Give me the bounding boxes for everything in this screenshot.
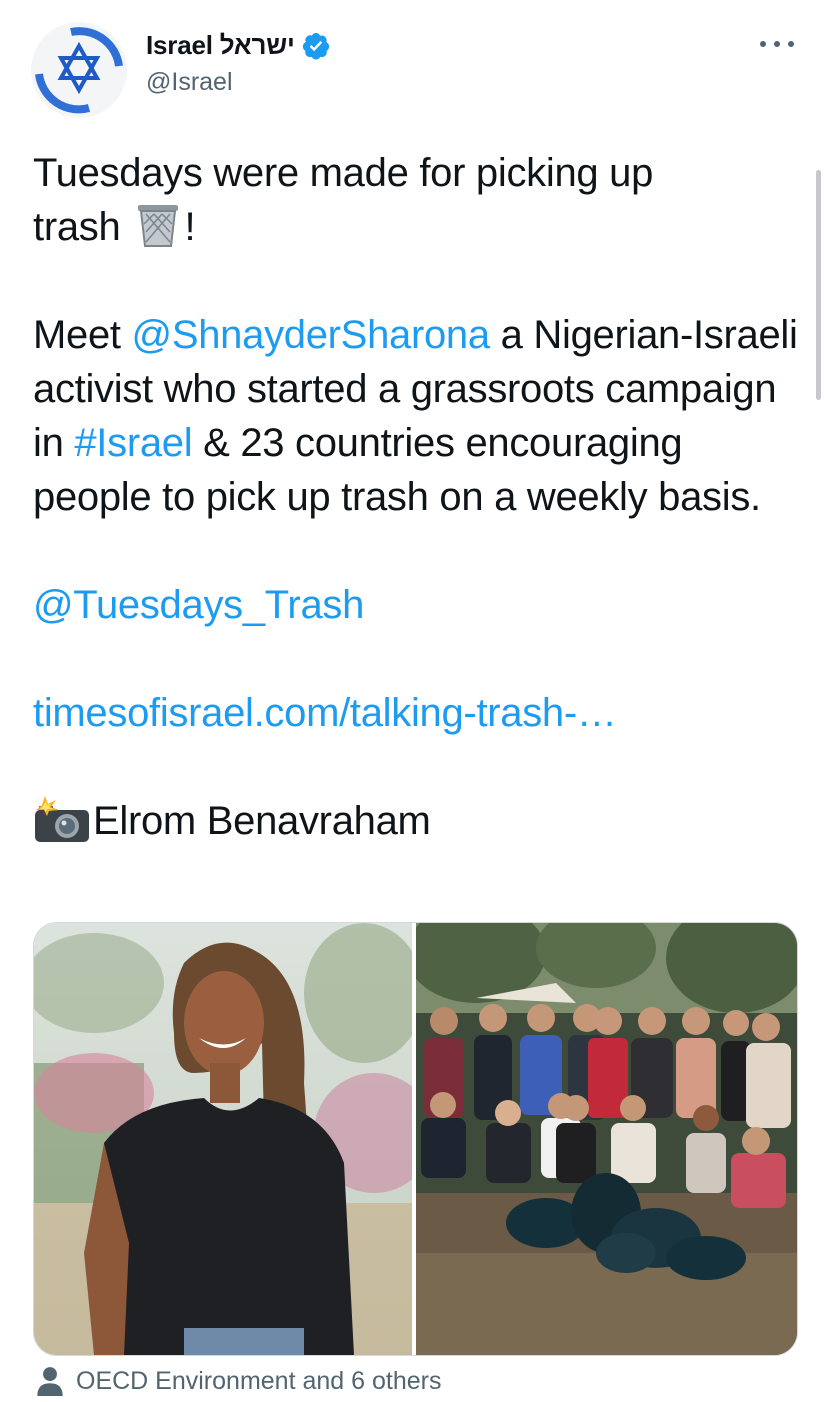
tweet-text: Tuesdays were made for picking up trash … bbox=[33, 146, 803, 848]
person-icon bbox=[37, 1367, 63, 1396]
tweet-line: Tuesdays were made for picking up bbox=[33, 151, 654, 195]
group-photo bbox=[406, 923, 797, 1355]
tweet-paragraph-4: timesofisrael.com/talking-trash-… bbox=[33, 686, 803, 740]
author-name-row[interactable]: Israel ישראל bbox=[146, 30, 331, 61]
photo-credit: Elrom Benavraham bbox=[93, 799, 431, 843]
mention-link[interactable]: @ShnayderSharona bbox=[132, 313, 491, 357]
scrollbar[interactable] bbox=[816, 170, 821, 400]
media-photo-1[interactable] bbox=[34, 923, 434, 1355]
tweet-paragraph-1: Tuesdays were made for picking up trash … bbox=[33, 146, 803, 254]
portrait-photo bbox=[34, 923, 434, 1355]
verified-badge-icon bbox=[302, 32, 329, 59]
camera-with-flash-emoji-icon bbox=[35, 796, 89, 842]
tagged-people[interactable]: OECD Environment and 6 others bbox=[36, 1366, 441, 1396]
author-handle[interactable]: @Israel bbox=[146, 68, 233, 97]
star-of-david-icon bbox=[35, 27, 123, 114]
media-grid bbox=[33, 922, 798, 1356]
tweet-line: ! bbox=[184, 205, 196, 249]
avatar[interactable] bbox=[31, 22, 127, 118]
author-name[interactable]: Israel ישראל bbox=[146, 30, 295, 61]
media-photo-2[interactable] bbox=[406, 923, 797, 1355]
more-options-icon[interactable] bbox=[760, 34, 794, 54]
tweet-paragraph-5: Elrom Benavraham bbox=[33, 794, 803, 848]
article-link[interactable]: timesofisrael.com/talking-trash-… bbox=[33, 691, 617, 735]
tagged-people-text[interactable]: OECD Environment and 6 others bbox=[76, 1367, 441, 1396]
tweet-line: trash bbox=[33, 205, 121, 249]
tweet-text-segment: Meet bbox=[33, 313, 132, 357]
hashtag-link[interactable]: #Israel bbox=[74, 421, 192, 465]
wastebasket-emoji-icon bbox=[138, 205, 179, 247]
tweet-paragraph-2: Meet @ShnayderSharona a Nigerian-Israeli… bbox=[33, 308, 803, 524]
tweet-paragraph-3: @Tuesdays_Trash bbox=[33, 578, 803, 632]
mention-link-tuesdays-trash[interactable]: @Tuesdays_Trash bbox=[33, 583, 364, 627]
